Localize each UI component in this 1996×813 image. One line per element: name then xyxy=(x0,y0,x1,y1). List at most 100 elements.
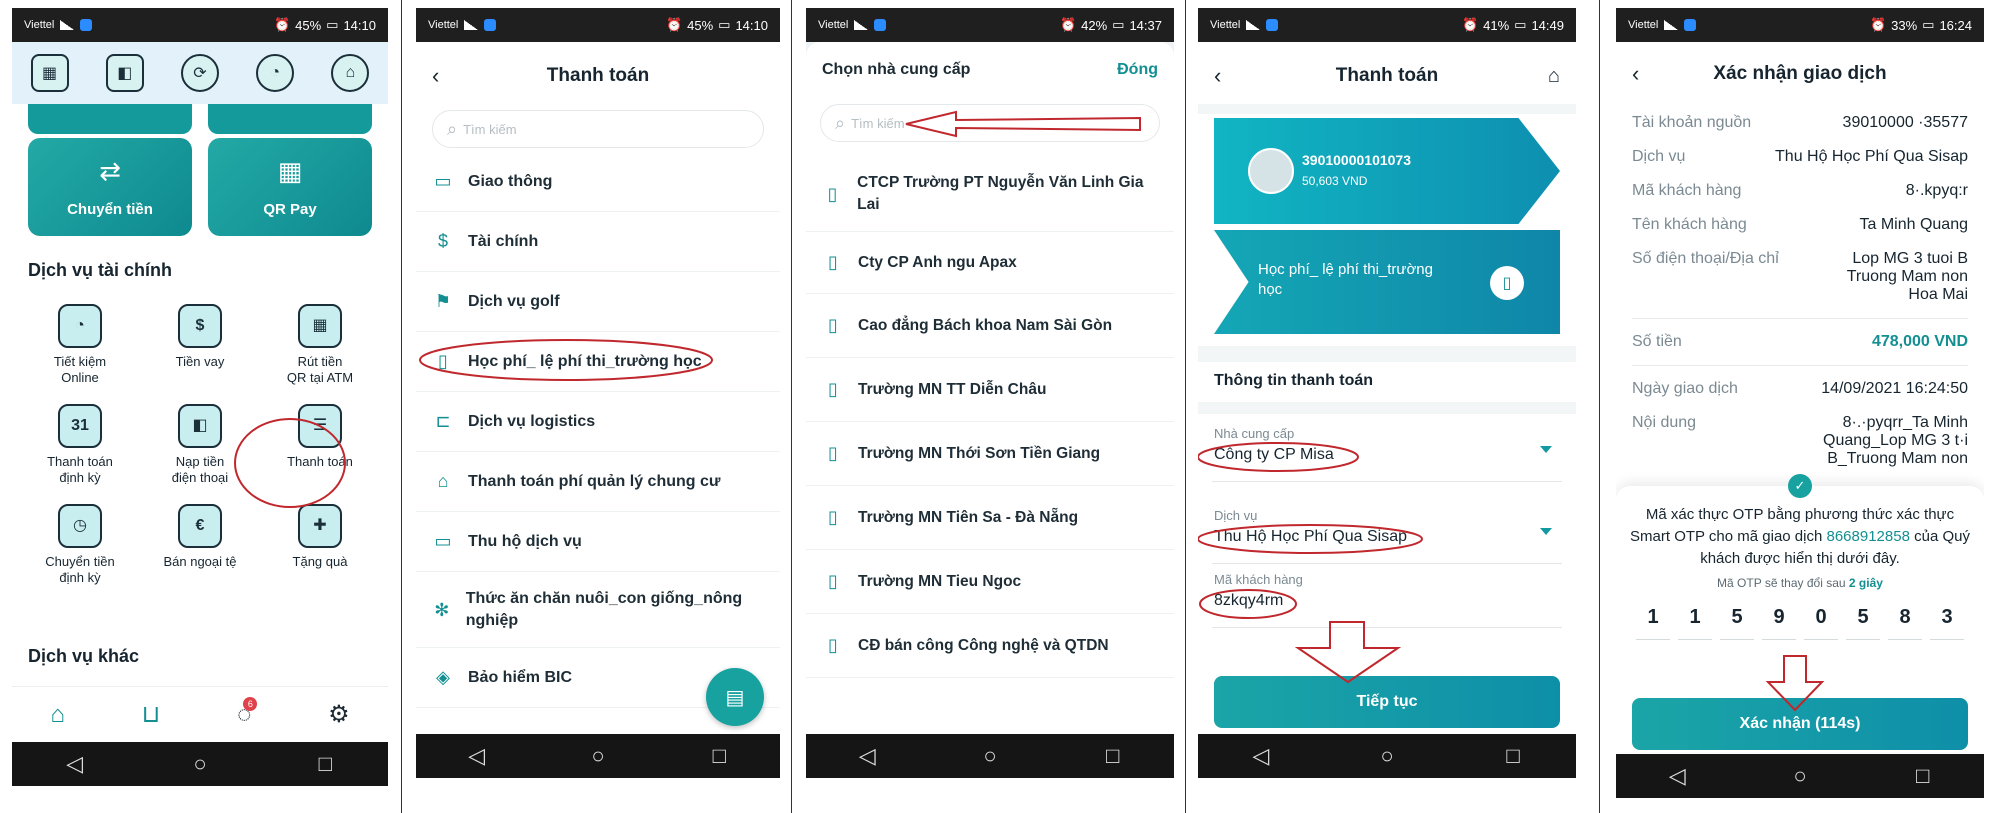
list-item[interactable]: ⊏ Dịch vụ logistics xyxy=(416,392,780,452)
detail-value: 14/09/2021 16:24:50 xyxy=(1821,380,1968,397)
back-chevron-icon[interactable]: ‹ xyxy=(1632,61,1639,87)
list-item[interactable]: ▯ Trường MN Tieu Ngoc xyxy=(806,550,1174,614)
list-item-label: Trường MN TT Diễn Châu xyxy=(858,380,1047,398)
grid-item-sell-currency[interactable]: € Bán ngoại tệ xyxy=(140,504,260,586)
app-notification-icon xyxy=(484,19,497,31)
home-icon[interactable]: ⌂ xyxy=(50,701,65,729)
customer-code-field[interactable]: Mã khách hàng 8zkqy4rm xyxy=(1212,568,1562,628)
atm-qr-icon: ▦ xyxy=(298,304,342,348)
sheet-title: Chọn nhà cung cấp xyxy=(822,61,971,78)
provider-select[interactable]: Nhà cung cấp Công ty CP Misa xyxy=(1212,422,1562,482)
recents-square-icon[interactable]: □ xyxy=(1893,763,1953,789)
battery-icon: ▭ xyxy=(1514,17,1527,32)
field-value: Thu Hộ Học Phí Qua Sisap xyxy=(1214,528,1407,545)
grid-item-loan[interactable]: $ Tiền vay xyxy=(140,304,260,386)
list-item[interactable]: ▯ Học phí_ lệ phí thi_trường học xyxy=(416,332,780,392)
back-triangle-icon[interactable]: ◁ xyxy=(45,751,105,777)
list-item[interactable]: ⚑ Dịch vụ golf xyxy=(416,272,780,332)
list-item[interactable]: ▭ Giao thông xyxy=(416,152,780,212)
grid-item-recurring-payment[interactable]: 31 Thanh toán định kỳ xyxy=(20,404,140,486)
dollar-icon: $ xyxy=(437,231,448,251)
list-item[interactable]: ▯ Cty CP Anh ngu Apax xyxy=(806,232,1174,294)
battery: 42% xyxy=(1081,17,1108,33)
alarm-icon: ⏰ xyxy=(1461,17,1479,32)
phone-topup-icon[interactable]: ◧ xyxy=(105,54,144,92)
cart-icon[interactable]: ⊔ xyxy=(142,700,161,729)
home-circle-icon[interactable]: ○ xyxy=(1770,763,1830,789)
field-label: Nhà cung cấp xyxy=(1214,426,1295,441)
recents-square-icon[interactable]: □ xyxy=(295,751,355,777)
phone-provider-picker: Viettel ⏰ 42% ▭ 14:37 Chọn nhà cung cấp Đón… xyxy=(806,8,1174,778)
piggy-bank-icon[interactable]: ◔ xyxy=(256,54,295,92)
home-circle-icon[interactable]: ○ xyxy=(170,751,230,777)
list-item[interactable]: $ Tài chính xyxy=(416,212,780,272)
finance-grid: ◔ Tiết kiệm Online $ Tiền vay ▦ Rút tiền QR t… xyxy=(20,304,380,586)
qr-icon[interactable]: ▦ xyxy=(30,54,69,92)
transfer-button[interactable]: ⇄ Chuyển tiền xyxy=(28,138,192,236)
back-triangle-icon[interactable]: ◁ xyxy=(1231,743,1291,769)
home-icon[interactable]: ⌂ xyxy=(1548,65,1560,88)
detail-value: Lop MG 3 tuoi B Truong Mam non Hoa Mai xyxy=(1846,250,1968,303)
continue-button[interactable]: Tiếp tục xyxy=(1214,676,1560,728)
recents-square-icon[interactable]: □ xyxy=(689,743,749,769)
grid-label: Tặng quà xyxy=(292,554,348,569)
back-triangle-icon[interactable]: ◁ xyxy=(447,743,507,769)
recents-square-icon[interactable]: □ xyxy=(1083,743,1143,769)
list-item[interactable]: ▯ CTCP Trường PT Nguyễn Văn Linh Gia Lai xyxy=(806,156,1174,232)
grid-label: định kỳ xyxy=(59,470,101,485)
confirm-button[interactable]: Xác nhận (114s) xyxy=(1632,698,1968,750)
bell-icon[interactable]: ◌ 6 xyxy=(237,696,258,729)
grid-item-gift[interactable]: ✚ Tặng quà xyxy=(260,504,380,586)
bottom-tab-bar: ⌂ ⊔ ◌ 6 ⚙ xyxy=(12,686,388,742)
home-circle-icon[interactable]: ○ xyxy=(1357,743,1417,769)
qr-pay-button[interactable]: ▦ QR Pay xyxy=(208,138,372,236)
list-item-label: CTCP Trường PT Nguyễn Văn Linh Gia Lai xyxy=(857,173,1144,213)
list-item[interactable]: ✻ Thức ăn chăn nuôi_con giống_nông nghiệp xyxy=(416,572,780,648)
page-title: Thanh toán xyxy=(546,65,650,86)
list-item[interactable]: ⌂ Thanh toán phí quản lý chung cư xyxy=(416,452,780,512)
list-item-label: Thu hộ dịch vụ xyxy=(468,532,582,550)
service-select[interactable]: Dịch vụ Thu Hộ Học Phí Qua Sisap xyxy=(1212,504,1562,564)
page-title: Xác nhận giao dịch xyxy=(1713,63,1887,84)
carrier: Viettel xyxy=(24,19,55,31)
carrier: Viettel xyxy=(1628,19,1659,31)
back-triangle-icon[interactable]: ◁ xyxy=(1647,763,1707,789)
book-icon: ▯ xyxy=(828,315,838,335)
list-item[interactable]: ▯ Trường MN Thới Sơn Tiền Giang xyxy=(806,422,1174,486)
money-transfer-icon[interactable]: ⟳ xyxy=(180,54,219,92)
transaction-details: Tài khoản nguồn 39010000 ·35577 Dịch vụ Th… xyxy=(1632,106,1968,476)
list-item-label: Dịch vụ logistics xyxy=(468,412,596,430)
section-title: Thông tin thanh toán xyxy=(1214,372,1374,389)
fab-book-button[interactable]: ▤ xyxy=(706,668,764,726)
grid-item-savings[interactable]: ◔ Tiết kiệm Online xyxy=(20,304,140,386)
list-item[interactable]: ▯ Trường MN Tiên Sa - Đà Nẵng xyxy=(806,486,1174,550)
list-item[interactable]: ▯ Trường MN TT Diễn Châu xyxy=(806,358,1174,422)
close-button[interactable]: Đóng xyxy=(1117,61,1158,79)
grid-item-phone-topup[interactable]: ◧ Nạp tiền điện thoại xyxy=(140,404,260,486)
list-item[interactable]: ▭ Thu hộ dịch vụ xyxy=(416,512,780,572)
back-triangle-icon[interactable]: ◁ xyxy=(837,743,897,769)
grid-item-recurring-transfer[interactable]: ◷ Chuyển tiền định kỳ xyxy=(20,504,140,586)
search-placeholder: Tìm kiếm xyxy=(851,115,905,131)
clock: 14:49 xyxy=(1531,17,1564,33)
search-input[interactable]: ⌕ Tìm kiếm xyxy=(820,104,1160,142)
recents-square-icon[interactable]: □ xyxy=(1483,743,1543,769)
grid-item-atm-qr[interactable]: ▦ Rút tiền QR tại ATM xyxy=(260,304,380,386)
settings-gear-icon[interactable]: ⚙ xyxy=(328,700,350,729)
qr-pay-label: QR Pay xyxy=(263,201,317,218)
search-input[interactable]: ⌕ Tìm kiếm xyxy=(432,110,764,148)
home-circle-icon[interactable]: ○ xyxy=(960,743,1020,769)
home-circle-icon[interactable]: ○ xyxy=(568,743,628,769)
grid-label: Bán ngoại tệ xyxy=(163,554,237,569)
service-card[interactable]: Học phí_ lệ phí thi_trường học ▯ xyxy=(1214,230,1560,334)
list-item[interactable]: ▯ CĐ bán công Công nghệ và QTDN xyxy=(806,614,1174,678)
bank-icon[interactable]: ⌂ xyxy=(331,54,370,92)
source-account-card[interactable]: 39010000101073 50,603 VND xyxy=(1214,118,1560,224)
back-chevron-icon[interactable]: ‹ xyxy=(432,63,439,89)
battery-icon: ▭ xyxy=(326,17,339,32)
book-icon: ▯ xyxy=(828,379,838,399)
grid-item-payment[interactable]: ☰ Thanh toán xyxy=(260,404,380,486)
detail-value: 8·.kpyq:r xyxy=(1905,182,1968,199)
list-item[interactable]: ▯ Cao đẳng Bách khoa Nam Sài Gòn xyxy=(806,294,1174,358)
back-chevron-icon[interactable]: ‹ xyxy=(1214,63,1221,89)
